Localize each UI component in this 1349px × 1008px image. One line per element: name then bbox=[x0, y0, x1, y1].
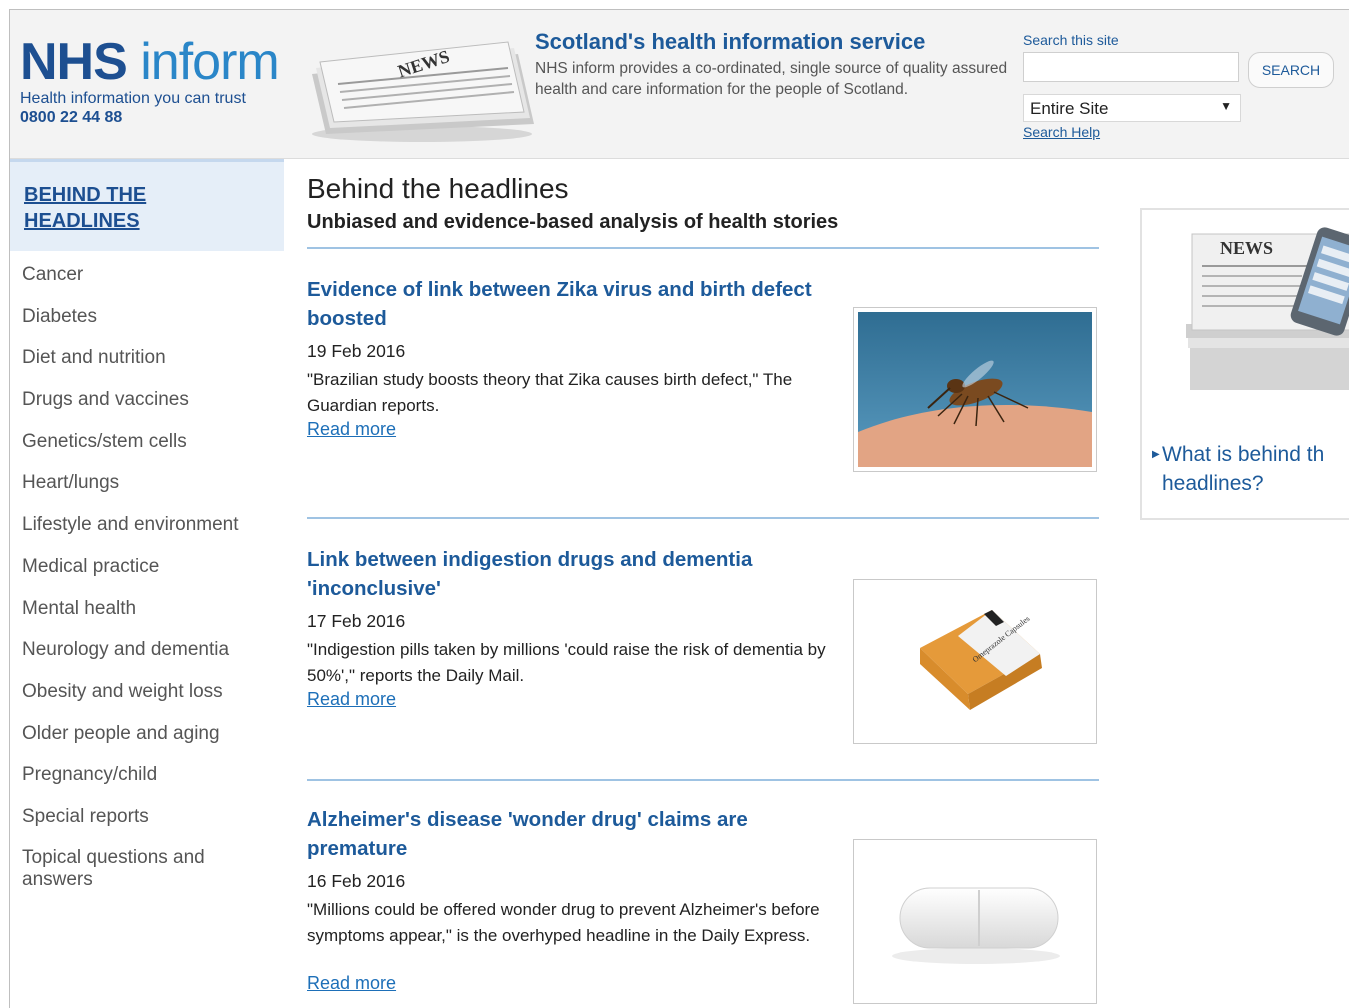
what-is-behind-headlines-link[interactable]: ▶ What is behind th headlines? bbox=[1152, 440, 1349, 498]
article-summary: "Indigestion pills taken by millions 'co… bbox=[307, 640, 826, 685]
article-title-link[interactable]: Link between indigestion drugs and demen… bbox=[307, 545, 827, 603]
newspaper-phone-graphic: NEWS bbox=[1186, 227, 1349, 390]
mosquito-image[interactable] bbox=[853, 307, 1097, 472]
intro-block: Scotland's health information service NH… bbox=[535, 28, 1015, 100]
divider bbox=[307, 517, 1099, 519]
sidebar: BEHIND THE HEADLINES Cancer Diabetes Die… bbox=[10, 159, 284, 1008]
triangle-right-icon: ▶ bbox=[1152, 449, 1160, 460]
sidebar-item-special-reports[interactable]: Special reports bbox=[22, 805, 262, 847]
sidebar-item-drugs-and-vaccines[interactable]: Drugs and vaccines bbox=[22, 388, 262, 430]
search-input[interactable] bbox=[1023, 52, 1239, 82]
sidebar-item-genetics-stem-cells[interactable]: Genetics/stem cells bbox=[22, 430, 262, 472]
sidebar-item-older-people-and-aging[interactable]: Older people and aging bbox=[22, 722, 262, 764]
page: NHS inform Health information you can tr… bbox=[9, 9, 1349, 1008]
article-item: Link between indigestion drugs and demen… bbox=[307, 545, 1103, 775]
sidebar-item-diabetes[interactable]: Diabetes bbox=[22, 305, 262, 347]
white-pill-image[interactable] bbox=[853, 839, 1097, 1004]
divider bbox=[307, 779, 1099, 781]
sidebar-item-medical-practice[interactable]: Medical practice bbox=[22, 555, 262, 597]
search-help-link[interactable]: Search Help bbox=[1023, 124, 1100, 140]
page-title: Behind the headlines bbox=[307, 173, 569, 204]
read-more-link[interactable]: Read more bbox=[307, 973, 396, 994]
article-date: 16 Feb 2016 bbox=[307, 871, 406, 891]
article-title-link[interactable]: Evidence of link between Zika virus and … bbox=[307, 275, 827, 333]
search-button[interactable]: SEARCH bbox=[1248, 52, 1334, 88]
sidebar-item-neurology-and-dementia[interactable]: Neurology and dementia bbox=[22, 638, 262, 680]
search-scope-select[interactable]: Entire Site ▼ bbox=[1023, 94, 1241, 122]
read-more-link[interactable]: Read more bbox=[307, 689, 396, 710]
article-summary: "Brazilian study boosts theory that Zika… bbox=[307, 370, 793, 415]
tagline: Health information you can trust bbox=[20, 90, 246, 107]
promo-link-text: What is behind th headlines? bbox=[1162, 443, 1325, 495]
search-scope-value: Entire Site bbox=[1030, 99, 1109, 118]
sidebar-heading-block: BEHIND THE HEADLINES bbox=[10, 159, 284, 251]
intro-title: Scotland's health information service bbox=[535, 29, 926, 54]
article-date: 17 Feb 2016 bbox=[307, 611, 406, 631]
sidebar-item-mental-health[interactable]: Mental health bbox=[22, 597, 262, 639]
newspaper-graphic: NEWS bbox=[312, 41, 534, 142]
phone-number: 0800 22 44 88 bbox=[20, 109, 123, 126]
promo-news-text: NEWS bbox=[1220, 238, 1273, 258]
sidebar-item-diet-and-nutrition[interactable]: Diet and nutrition bbox=[22, 346, 262, 388]
article-item: Alzheimer's disease 'wonder drug' claims… bbox=[307, 805, 1103, 1008]
logo-nhs-text: NHS bbox=[20, 33, 128, 91]
read-more-link[interactable]: Read more bbox=[307, 419, 396, 440]
article-title-link[interactable]: Alzheimer's disease 'wonder drug' claims… bbox=[307, 805, 827, 863]
nhs-inform-logo[interactable]: NHS inform Health information you can tr… bbox=[20, 33, 280, 127]
sidebar-item-cancer[interactable]: Cancer bbox=[22, 263, 262, 305]
site-header: NHS inform Health information you can tr… bbox=[10, 10, 1349, 159]
dropdown-arrow-icon: ▼ bbox=[1220, 99, 1232, 113]
sidebar-item-topical-questions[interactable]: Topical questions and answers bbox=[22, 847, 222, 890]
sidebar-item-pregnancy-child[interactable]: Pregnancy/child bbox=[22, 763, 262, 805]
sidebar-heading-link[interactable]: BEHIND THE HEADLINES bbox=[24, 182, 224, 234]
divider bbox=[307, 247, 1099, 249]
article-date: 19 Feb 2016 bbox=[307, 341, 406, 361]
sidebar-item-heart-lungs[interactable]: Heart/lungs bbox=[22, 471, 262, 513]
sidebar-topic-list: Cancer Diabetes Diet and nutrition Drugs… bbox=[22, 263, 262, 890]
article-summary: "Millions could be offered wonder drug t… bbox=[307, 900, 820, 945]
sidebar-item-lifestyle-and-environment[interactable]: Lifestyle and environment bbox=[22, 513, 262, 555]
article-item: Evidence of link between Zika virus and … bbox=[307, 275, 1103, 505]
logo-inform-text: inform bbox=[140, 33, 279, 91]
intro-text: NHS inform provides a co-ordinated, sing… bbox=[535, 60, 1008, 98]
sidebar-item-obesity-and-weight-loss[interactable]: Obesity and weight loss bbox=[22, 680, 262, 722]
behind-headlines-promo: NEWS ▶ What is behind th headlines? bbox=[1140, 208, 1349, 520]
page-subtitle: Unbiased and evidence-based analysis of … bbox=[307, 211, 839, 233]
pill-box-image[interactable]: Omeprazole Capsules bbox=[853, 579, 1097, 744]
search-label: Search this site bbox=[1023, 32, 1119, 48]
